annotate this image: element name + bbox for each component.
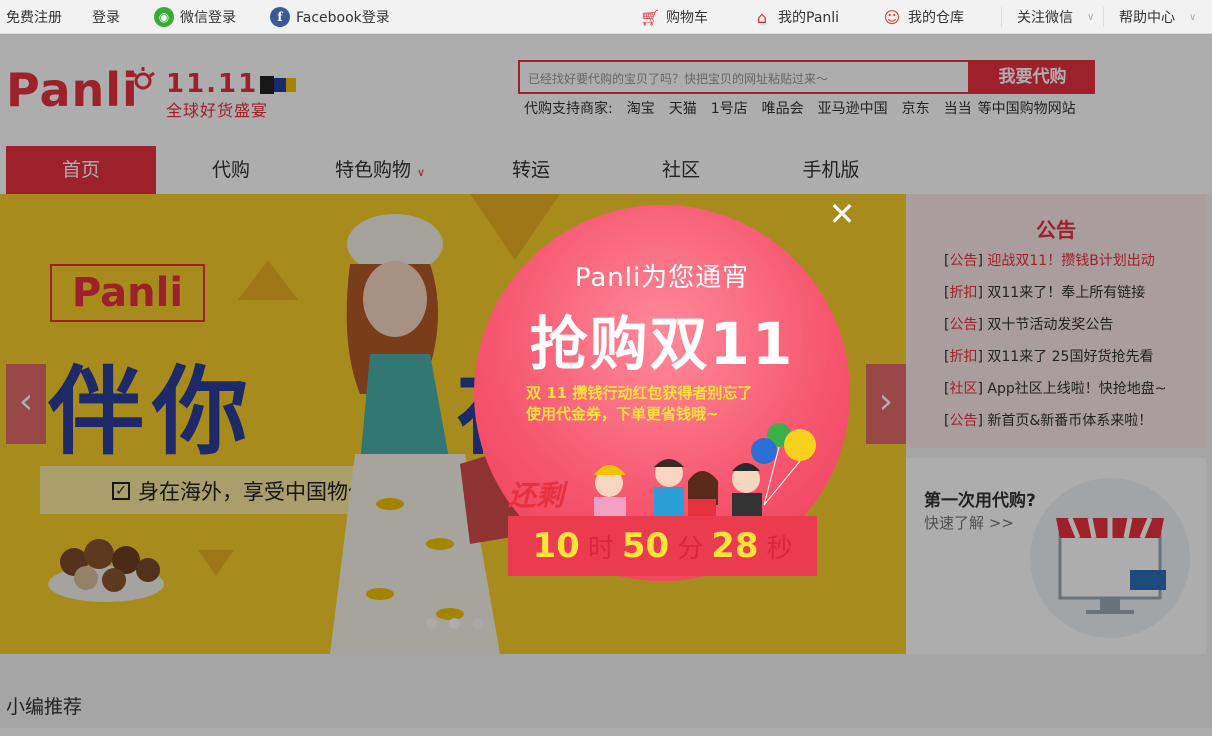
wechat-icon: ◉ (154, 7, 174, 27)
facebook-login-label: Facebook登录 (296, 10, 390, 26)
help-center-menu[interactable]: 帮助中心 ∨ (1119, 7, 1196, 27)
follow-wechat-menu[interactable]: 关注微信 ∨ (1017, 7, 1094, 27)
my-panli-label: 我的Panli (778, 10, 840, 26)
wechat-login-link[interactable]: ◉ 微信登录 (154, 7, 236, 27)
warehouse-label: 我的仓库 (908, 10, 964, 26)
countdown-seconds: 28 (711, 526, 759, 566)
countdown-minutes: 50 (621, 526, 670, 566)
popup-title: 抢购双11 (529, 310, 795, 378)
chevron-down-icon: ∨ (1189, 11, 1197, 23)
countdown-seconds-unit: 秒 (766, 533, 793, 564)
divider (1103, 7, 1104, 27)
facebook-icon: f (270, 7, 290, 27)
login-link[interactable]: 登录 (92, 7, 120, 27)
countdown-label: 还剩 (508, 479, 565, 512)
chevron-down-icon: ∨ (1087, 11, 1095, 23)
countdown-hours: 10 (532, 526, 580, 566)
popup-greeting: Panli为您通宵 (574, 263, 750, 293)
home-icon: ⌂ (756, 7, 768, 27)
cart-label: 购物车 (666, 10, 708, 26)
facebook-login-link[interactable]: f Facebook登录 (270, 7, 390, 27)
user-icon: ☺ (883, 7, 901, 27)
countdown-minutes-unit: 分 (677, 533, 704, 564)
countdown-timer: 10 时 50 分 28 秒 (508, 516, 817, 576)
countdown-hours-unit: 时 (587, 533, 614, 564)
cart-link[interactable]: 🛒︎ 购物车 (640, 7, 708, 27)
my-panli-link[interactable]: ⌂ 我的Panli (752, 7, 839, 27)
warehouse-link[interactable]: ☺ 我的仓库 (882, 7, 964, 27)
divider (1001, 7, 1002, 27)
register-link[interactable]: 免费注册 (6, 7, 62, 27)
follow-wechat-label: 关注微信 (1017, 10, 1073, 26)
top-bar: 免费注册 登录 ◉ 微信登录 f Facebook登录 🛒︎ 购物车 ⌂ 我的P… (0, 0, 1212, 34)
close-icon: ✕ (828, 195, 856, 233)
help-center-label: 帮助中心 (1119, 10, 1175, 26)
popup-desc-line: 双 11 攒钱行动红包获得者别忘了 (526, 384, 753, 402)
wechat-login-label: 微信登录 (180, 10, 236, 26)
cart-icon: 🛒︎ (640, 7, 661, 27)
close-popup-button[interactable]: ✕ (828, 198, 856, 230)
